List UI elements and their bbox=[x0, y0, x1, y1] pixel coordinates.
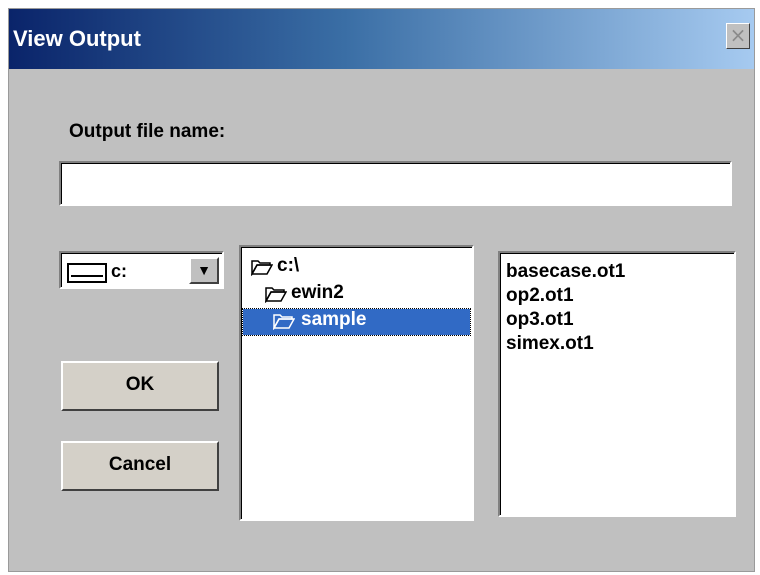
cancel-button[interactable]: Cancel bbox=[61, 441, 219, 491]
directory-label: c:\ bbox=[277, 255, 300, 276]
directory-list[interactable]: c:\ ewin2 sample bbox=[239, 245, 474, 521]
ok-button[interactable]: OK bbox=[61, 361, 219, 411]
directory-item-root[interactable]: c:\ bbox=[251, 255, 451, 281]
open-folder-icon bbox=[251, 260, 273, 276]
directory-label: sample bbox=[301, 309, 367, 330]
dropdown-button[interactable]: ▼ bbox=[189, 257, 219, 284]
file-item[interactable]: op3.ot1 bbox=[506, 309, 574, 333]
close-button[interactable]: × bbox=[726, 23, 750, 49]
directory-item-sample[interactable]: sample bbox=[242, 308, 471, 336]
file-item[interactable]: simex.ot1 bbox=[506, 333, 594, 357]
drive-icon bbox=[67, 263, 107, 283]
drive-select[interactable]: c: ▼ bbox=[59, 251, 224, 289]
title-bar[interactable]: View Output × bbox=[9, 9, 754, 69]
file-item[interactable]: op2.ot1 bbox=[506, 285, 574, 309]
output-file-name-label: Output file name: bbox=[69, 121, 226, 142]
file-item[interactable]: basecase.ot1 bbox=[506, 261, 625, 285]
window-title: View Output bbox=[13, 26, 141, 51]
open-folder-icon bbox=[265, 287, 287, 303]
output-file-name-input[interactable] bbox=[59, 161, 732, 206]
directory-item-ewin2[interactable]: ewin2 bbox=[265, 282, 445, 308]
close-icon: × bbox=[729, 23, 747, 47]
drive-selected-value: c: bbox=[111, 261, 128, 281]
file-list[interactable]: basecase.ot1 op2.ot1 op3.ot1 simex.ot1 bbox=[498, 251, 736, 517]
directory-label: ewin2 bbox=[291, 282, 344, 303]
chevron-down-icon: ▼ bbox=[197, 262, 211, 278]
view-output-dialog: View Output × Output file name: c: ▼ OK … bbox=[8, 8, 755, 572]
open-folder-icon bbox=[273, 314, 295, 330]
